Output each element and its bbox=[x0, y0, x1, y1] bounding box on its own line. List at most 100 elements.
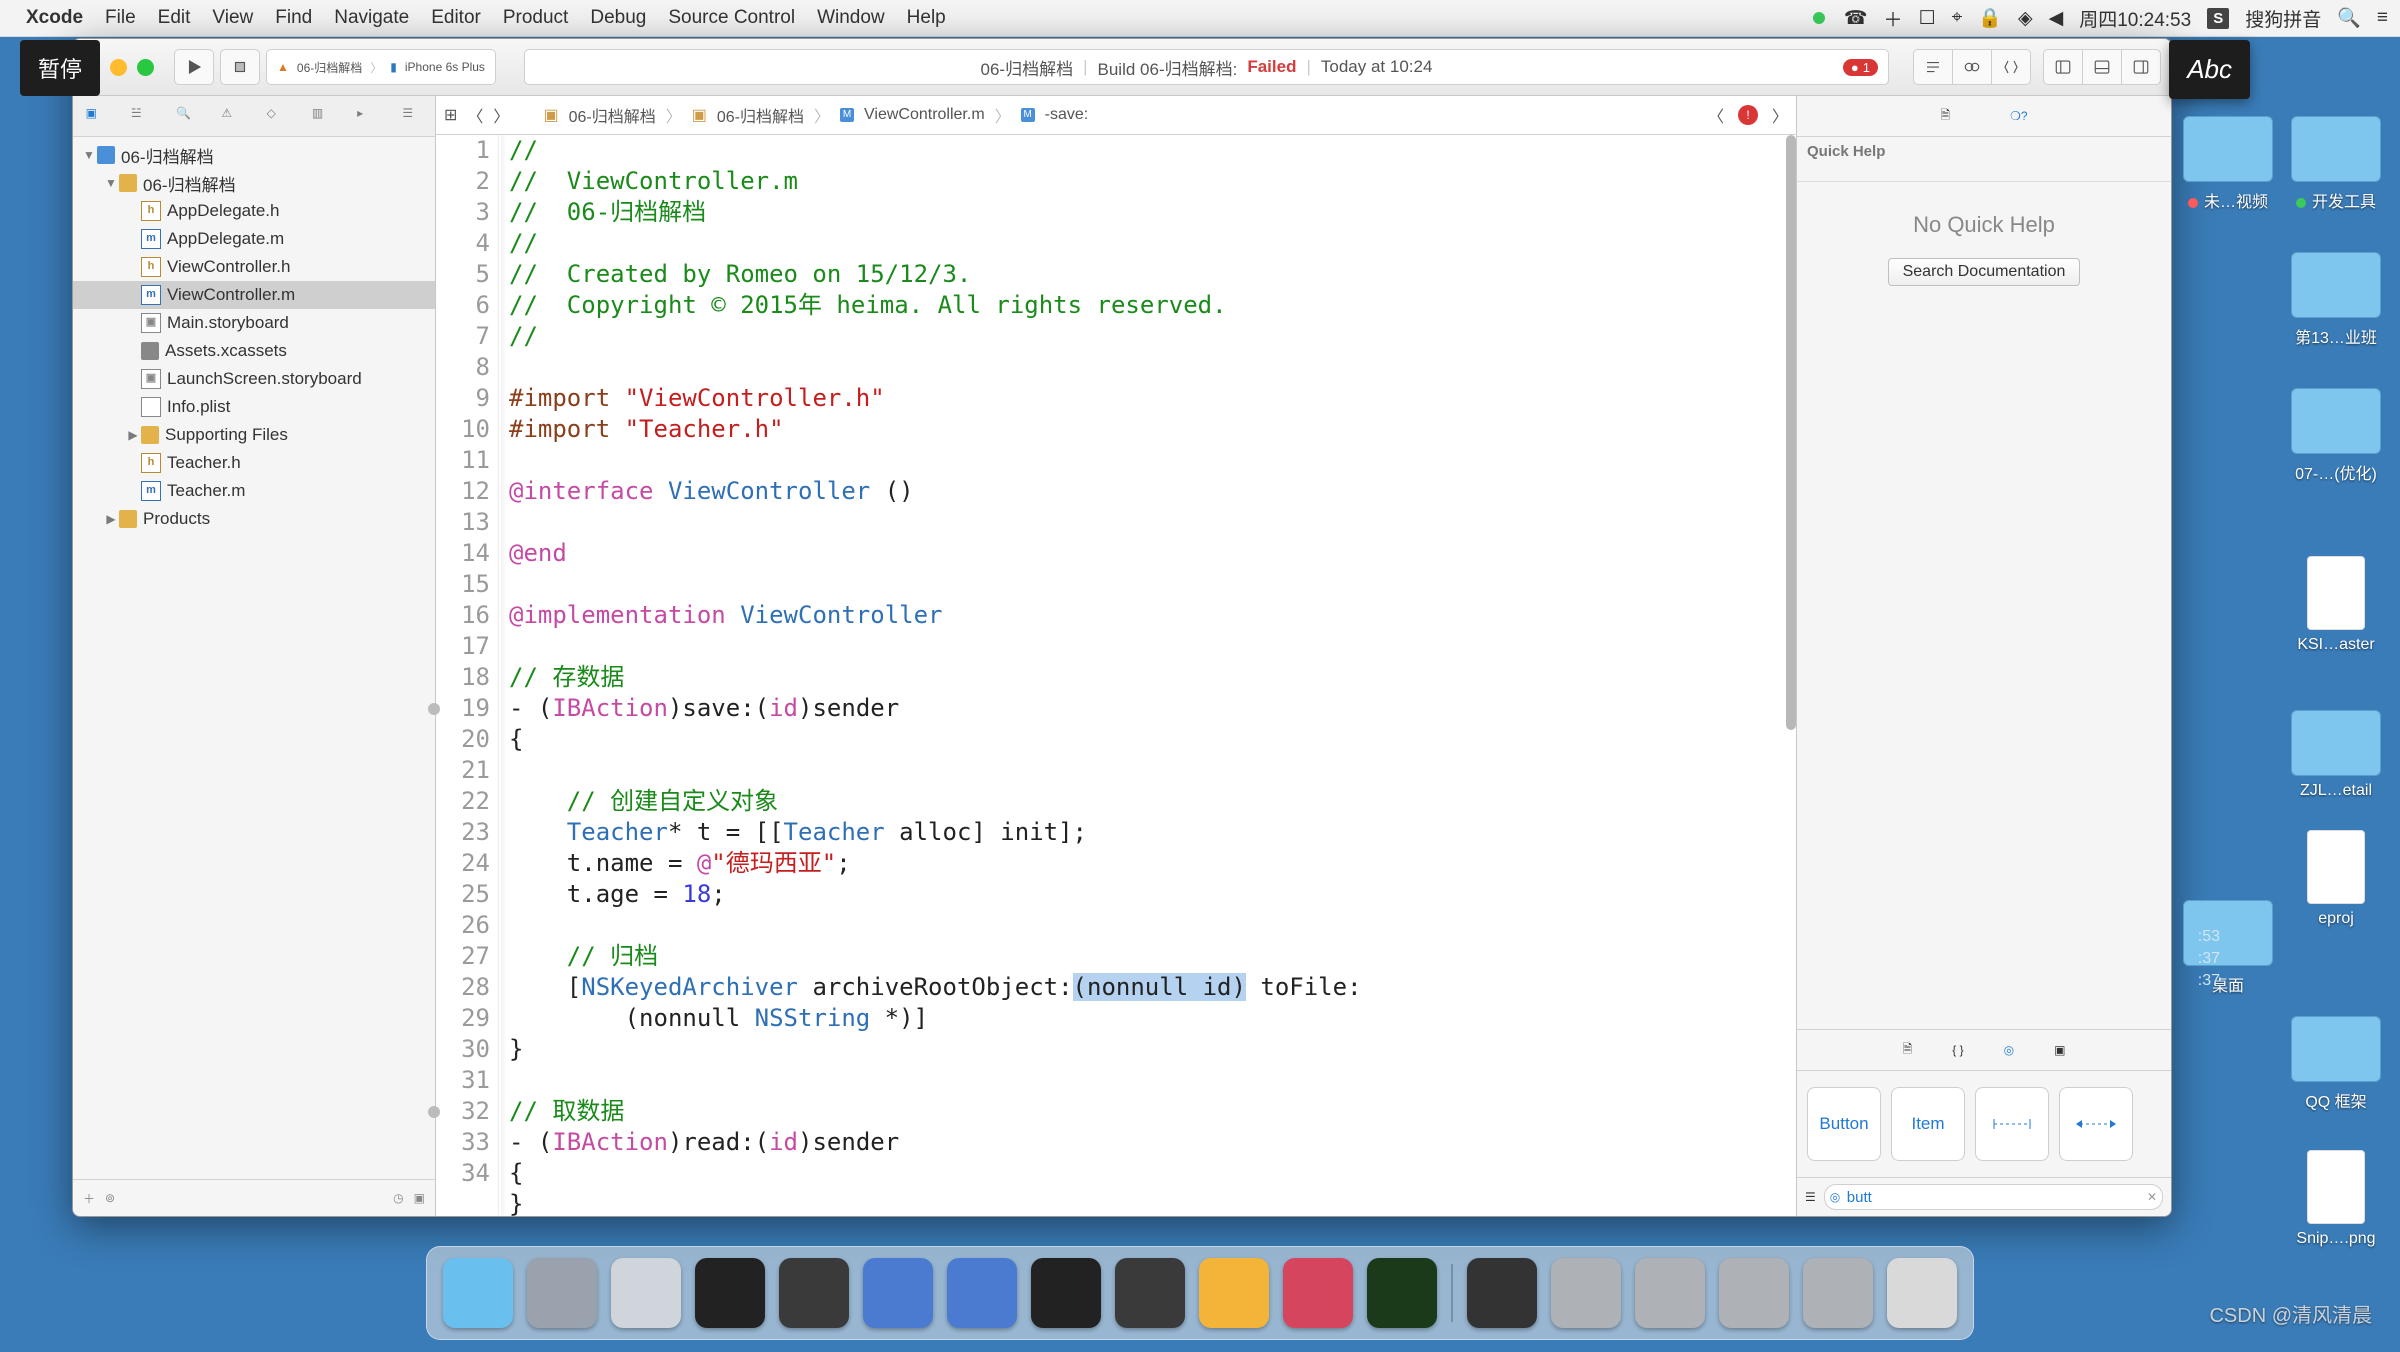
jumpbar-next-issue[interactable]: 〉 bbox=[1772, 103, 1788, 127]
quickhelp-inspector-tab[interactable]: ❍? bbox=[2010, 109, 2027, 123]
scheme-selector[interactable]: ▲ 06-归档解档 〉 ▮ iPhone 6s Plus bbox=[266, 49, 496, 85]
tree-item[interactable]: Assets.xcassets bbox=[73, 337, 435, 365]
activity-viewer[interactable]: 06-归档解档 | Build 06-归档解档: Failed | Today … bbox=[524, 49, 1889, 85]
dock-mouse[interactable] bbox=[695, 1258, 765, 1328]
dock-sketch[interactable] bbox=[1199, 1258, 1269, 1328]
scrollbar[interactable] bbox=[1786, 135, 1796, 730]
project-tree[interactable]: ▼06-归档解档▼06-归档解档hAppDelegate.hmAppDelega… bbox=[73, 137, 435, 1179]
dock-win3[interactable] bbox=[1719, 1258, 1789, 1328]
status-icon-phone[interactable]: ☎ bbox=[1844, 7, 1868, 30]
debug-navigator-tab[interactable]: ▥ bbox=[312, 106, 332, 126]
tree-item[interactable]: hAppDelegate.h bbox=[73, 197, 435, 225]
file-templates-tab[interactable]: 🗎 bbox=[1903, 1040, 1913, 1061]
filter-icon[interactable]: ⊚ bbox=[105, 1191, 115, 1205]
dock-settings[interactable] bbox=[1115, 1258, 1185, 1328]
standard-editor-button[interactable] bbox=[1913, 49, 1952, 85]
menu-app[interactable]: Xcode bbox=[26, 7, 83, 29]
menubar-clock[interactable]: 周四10:24:53 bbox=[2079, 5, 2191, 32]
code-editor[interactable]: 1234567891011121314151617181920212223242… bbox=[436, 135, 1796, 1216]
pause-overlay[interactable]: 暂停 bbox=[20, 40, 100, 96]
dock-launchpad[interactable] bbox=[527, 1258, 597, 1328]
menu-file[interactable]: File bbox=[105, 7, 136, 29]
toggle-inspector-button[interactable] bbox=[2121, 49, 2161, 85]
desktop-item[interactable]: 开发工具 bbox=[2284, 116, 2388, 212]
jumpbar-related-icon[interactable]: ⊞ bbox=[444, 105, 457, 125]
dock-trash[interactable] bbox=[1887, 1258, 1957, 1328]
tree-item[interactable]: mTeacher.m bbox=[73, 477, 435, 505]
scm-icon[interactable]: ▣ bbox=[414, 1191, 425, 1205]
media-library-tab[interactable]: ▣ bbox=[2054, 1043, 2065, 1057]
menu-help[interactable]: Help bbox=[907, 7, 946, 29]
crumb-group[interactable]: 06-归档解档 bbox=[717, 103, 804, 127]
desktop-item[interactable]: Snip….png bbox=[2284, 1150, 2388, 1248]
run-button[interactable] bbox=[174, 49, 214, 85]
code-snippets-tab[interactable]: { } bbox=[1952, 1043, 1963, 1057]
ime-name[interactable]: 搜狗拼音 bbox=[2245, 5, 2321, 32]
dock-win4[interactable] bbox=[1803, 1258, 1873, 1328]
object-fixed-space[interactable] bbox=[1975, 1087, 2049, 1161]
status-icon-wifi[interactable]: ◈ bbox=[2018, 7, 2033, 30]
jumpbar-back-button[interactable]: 〈 bbox=[467, 103, 483, 127]
status-icon-bluetooth[interactable]: ⌖ bbox=[1952, 7, 1963, 29]
desktop-item[interactable]: 桌面 bbox=[2176, 900, 2280, 996]
report-navigator-tab[interactable]: ☰ bbox=[402, 106, 422, 126]
lcd-error-badge[interactable]: ● 1 bbox=[1843, 59, 1878, 76]
file-inspector-tab[interactable]: 🗎 bbox=[1940, 106, 1950, 127]
desktop-item[interactable]: ZJL…etail bbox=[2284, 710, 2388, 800]
menu-editor[interactable]: Editor bbox=[431, 7, 481, 29]
menu-debug[interactable]: Debug bbox=[590, 7, 646, 29]
crumb-symbol[interactable]: -save: bbox=[1045, 106, 1089, 124]
symbol-navigator-tab[interactable]: ☱ bbox=[131, 106, 151, 126]
jumpbar-error-icon[interactable]: ! bbox=[1738, 105, 1758, 125]
desktop-item[interactable]: 第13…业班 bbox=[2284, 252, 2388, 348]
menu-window[interactable]: Window bbox=[817, 7, 885, 29]
object-button[interactable]: Button bbox=[1807, 1087, 1881, 1161]
dock-p-app[interactable] bbox=[1283, 1258, 1353, 1328]
search-documentation-button[interactable]: Search Documentation bbox=[1888, 258, 2081, 286]
object-flexible-space[interactable] bbox=[2059, 1087, 2133, 1161]
desktop-item[interactable]: 未…视频 bbox=[2176, 116, 2280, 212]
toggle-debug-button[interactable] bbox=[2082, 49, 2121, 85]
code-content[interactable]: //// ViewController.m// 06-归档解档//// Crea… bbox=[499, 135, 1796, 1216]
menu-edit[interactable]: Edit bbox=[158, 7, 191, 29]
minimize-icon[interactable] bbox=[110, 59, 127, 76]
desktop-item[interactable]: KSI…aster bbox=[2284, 556, 2388, 654]
recent-icon[interactable]: ◷ bbox=[393, 1191, 403, 1205]
version-editor-button[interactable] bbox=[1991, 49, 2031, 85]
tree-item[interactable]: mViewController.m bbox=[73, 281, 435, 309]
breakpoint-navigator-tab[interactable]: ▸ bbox=[357, 106, 377, 126]
status-icon-volume[interactable]: ◀ bbox=[2049, 7, 2064, 30]
menu-view[interactable]: View bbox=[212, 7, 253, 29]
desktop-item[interactable]: eproj bbox=[2284, 830, 2388, 928]
tree-item[interactable]: hTeacher.h bbox=[73, 449, 435, 477]
status-icon-1[interactable] bbox=[1810, 9, 1828, 27]
notification-center-icon[interactable]: ≡ bbox=[2377, 7, 2388, 29]
desktop-item[interactable]: QQ 框架 bbox=[2284, 1016, 2388, 1112]
tree-item[interactable]: ▼06-归档解档 bbox=[73, 141, 435, 169]
status-icon-lock[interactable]: 🔒 bbox=[1978, 6, 2002, 30]
crumb-project[interactable]: 06-归档解档 bbox=[569, 103, 656, 127]
project-navigator-tab[interactable]: ▣ bbox=[86, 106, 106, 126]
tree-item[interactable]: ▣LaunchScreen.storyboard bbox=[73, 365, 435, 393]
tree-item[interactable]: ▶Supporting Files bbox=[73, 421, 435, 449]
tree-item[interactable]: Info.plist bbox=[73, 393, 435, 421]
object-library-tab[interactable]: ◎ bbox=[2004, 1043, 2014, 1057]
navigator-filter-bar[interactable]: ＋ ⊚ ◷ ▣ bbox=[73, 1179, 435, 1216]
tree-item[interactable]: ▶Products bbox=[73, 505, 435, 533]
zoom-icon[interactable] bbox=[137, 59, 154, 76]
test-navigator-tab[interactable]: ◇ bbox=[267, 106, 287, 126]
tree-item[interactable]: ▣Main.storyboard bbox=[73, 309, 435, 337]
tree-item[interactable]: ▼06-归档解档 bbox=[73, 169, 435, 197]
menu-navigate[interactable]: Navigate bbox=[334, 7, 409, 29]
dock-finder[interactable] bbox=[443, 1258, 513, 1328]
tree-item[interactable]: hViewController.h bbox=[73, 253, 435, 281]
desktop-item[interactable]: 07-…(优化) bbox=[2284, 388, 2388, 484]
dock-win2[interactable] bbox=[1635, 1258, 1705, 1328]
dock-iterm[interactable] bbox=[1367, 1258, 1437, 1328]
dock-win1[interactable] bbox=[1551, 1258, 1621, 1328]
library-filter-input[interactable] bbox=[1824, 1184, 2163, 1210]
dock-instruments[interactable] bbox=[947, 1258, 1017, 1328]
status-icon-dropbox[interactable]: ☐ bbox=[1919, 7, 1936, 30]
spotlight-icon[interactable]: 🔍 bbox=[2337, 6, 2361, 30]
assistant-editor-button[interactable] bbox=[1952, 49, 1991, 85]
